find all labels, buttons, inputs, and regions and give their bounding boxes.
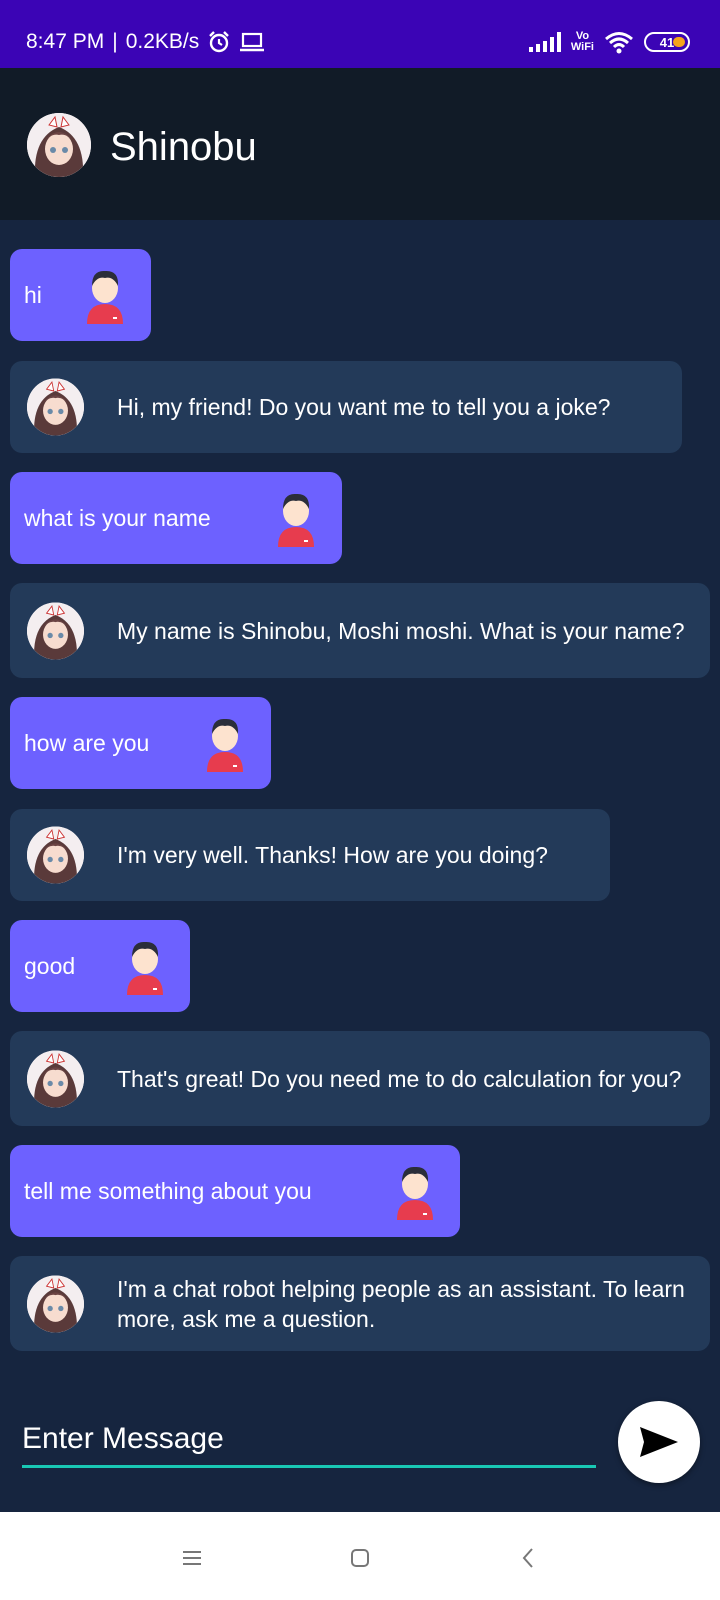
- bot-message: I'm very well. Thanks! How are you doing…: [10, 809, 610, 901]
- user-avatar-icon: [127, 941, 163, 995]
- status-time: 8:47 PM: [26, 30, 105, 53]
- status-left: 8:47 PM | 0.2KB/s: [26, 30, 265, 54]
- user-message: tell me something about you: [10, 1145, 460, 1237]
- bot-message: I'm a chat robot helping people as an as…: [10, 1256, 710, 1351]
- network-speed: 0.2KB/s: [125, 30, 200, 53]
- bot-avatar: [27, 1275, 84, 1332]
- message-text: good: [24, 953, 76, 979]
- message-text: My name is Shinobu, Moshi moshi. What is…: [117, 617, 685, 644]
- menu-button[interactable]: [172, 1538, 212, 1578]
- battery-level: 41: [659, 34, 675, 50]
- laptop-icon: [240, 32, 265, 52]
- message-text: what is your name: [24, 505, 211, 531]
- back-icon: [522, 1548, 533, 1568]
- bot-avatar: [27, 378, 84, 436]
- signal-icon: [528, 32, 561, 52]
- message-text: I'm a chat robot helping people as an as…: [117, 1275, 685, 1332]
- status-bar: 8:47 PM | 0.2KB/s Vo WiFi 41: [0, 0, 720, 68]
- user-avatar-icon: [397, 1166, 433, 1220]
- home-icon: [351, 1549, 369, 1567]
- home-button[interactable]: [340, 1538, 380, 1578]
- message-text: tell me something about you: [24, 1178, 312, 1204]
- system-nav-bar: [0, 1512, 720, 1600]
- message-text: how are you: [24, 730, 150, 756]
- chat-title: Shinobu: [110, 125, 257, 169]
- message-text: hi: [24, 282, 42, 308]
- message-text: Hi, my friend! Do you want me to tell yo…: [117, 394, 611, 420]
- app-header: Shinobu: [0, 68, 720, 220]
- message-composer: [22, 1398, 596, 1470]
- vowifi-bottom: WiFi: [570, 41, 594, 53]
- bot-message: Hi, my friend! Do you want me to tell yo…: [10, 361, 682, 453]
- bot-avatar[interactable]: [27, 113, 91, 177]
- status-separator: |: [112, 30, 118, 53]
- user-message: what is your name: [10, 472, 342, 564]
- back-button[interactable]: [508, 1538, 548, 1578]
- message-text: That's great! Do you need me to do calcu…: [117, 1065, 682, 1092]
- vowifi-icon: Vo WiFi: [571, 31, 594, 53]
- user-message: hi: [10, 249, 151, 341]
- bot-message: My name is Shinobu, Moshi moshi. What is…: [10, 583, 710, 678]
- menu-icon: [183, 1551, 201, 1565]
- user-avatar-icon: [87, 270, 123, 324]
- battery-icon: 41: [644, 32, 690, 52]
- send-icon: [640, 1427, 678, 1457]
- user-avatar-icon: [278, 493, 314, 547]
- message-text: I'm very well. Thanks! How are you doing…: [117, 842, 548, 868]
- bot-avatar: [27, 1050, 84, 1107]
- user-avatar-icon: [207, 718, 243, 772]
- wifi-icon: [605, 32, 633, 54]
- bot-avatar: [27, 602, 84, 659]
- message-input[interactable]: [22, 1398, 596, 1468]
- user-message: good: [10, 920, 190, 1012]
- bot-avatar: [27, 826, 84, 884]
- alarm-icon: [209, 31, 230, 53]
- user-message: how are you: [10, 697, 271, 789]
- bot-message: That's great! Do you need me to do calcu…: [10, 1031, 710, 1126]
- send-button[interactable]: [618, 1401, 700, 1483]
- status-right: Vo WiFi 41: [528, 30, 690, 54]
